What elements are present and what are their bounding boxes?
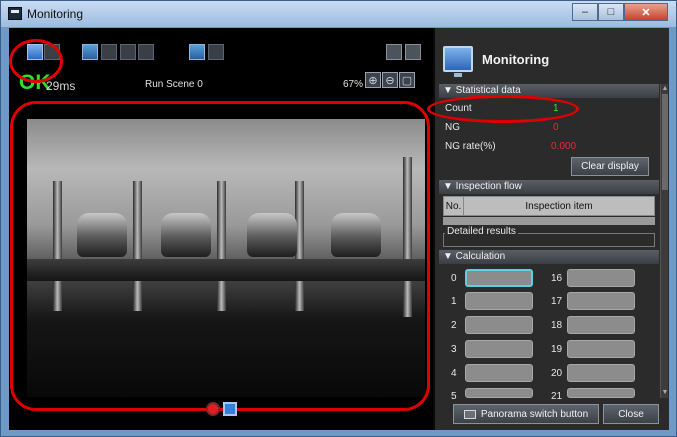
calc-field-17[interactable] [567, 292, 635, 310]
monitoring-panel: Monitoring ▼ Statistical data Count 1 NG… [427, 28, 669, 430]
calc-index: 2 [451, 320, 457, 331]
panorama-icon [463, 409, 476, 419]
inspection-table-header: No. Inspection item [443, 196, 655, 216]
scene-label: Run Scene 0 [145, 79, 203, 90]
calc-field-19[interactable] [567, 340, 635, 358]
calc-field-4[interactable] [465, 364, 533, 382]
calc-index: 0 [451, 273, 457, 284]
grid-toggle-icon[interactable] [386, 44, 402, 60]
processing-time: 29ms [46, 79, 76, 93]
highlight-ok-oval [9, 39, 63, 83]
calc-field-2[interactable] [465, 316, 533, 334]
calc-index: 3 [451, 344, 457, 355]
scroll-thumb[interactable] [662, 94, 668, 190]
title-bar: Monitoring – □ ✕ [1, 1, 676, 27]
calc-index: 19 [551, 344, 563, 355]
ng-rate-value: 0.000 [551, 141, 577, 152]
window-controls: – □ ✕ [572, 3, 668, 21]
calc-index: 21 [551, 391, 563, 402]
calc-field-21[interactable] [567, 388, 635, 398]
camera-pane: OK 29ms Run Scene 0 67% ⊕ ⊖ ▢ [9, 28, 433, 430]
layout-list-icon[interactable] [138, 44, 154, 60]
highlight-image-frame [10, 101, 430, 411]
scroll-up-icon[interactable]: ▲ [661, 84, 669, 94]
calc-index: 5 [451, 391, 457, 402]
zoom-in-icon[interactable]: ⊕ [365, 72, 381, 88]
image-save-icon[interactable] [208, 44, 224, 60]
calc-index: 1 [451, 296, 457, 307]
col-inspection-item: Inspection item [525, 200, 593, 212]
detailed-results-label: Detailed results [445, 226, 518, 237]
calc-index: 4 [451, 368, 457, 379]
stop-icon[interactable] [223, 402, 237, 416]
calc-index: 18 [551, 320, 563, 331]
panorama-switch-label: Panorama switch button [480, 408, 589, 420]
monitor-icon [443, 46, 473, 77]
layout-split-icon[interactable] [101, 44, 117, 60]
close-panel-button[interactable]: Close [603, 404, 659, 424]
ng-label: NG [445, 122, 460, 133]
highlight-count-oval [427, 95, 579, 123]
col-no: No. [444, 197, 464, 215]
layout-grid-icon[interactable] [120, 44, 136, 60]
record-icon[interactable] [206, 402, 220, 416]
calc-field-3[interactable] [465, 340, 533, 358]
app-icon [8, 7, 22, 20]
calc-field-18[interactable] [567, 316, 635, 334]
calc-index: 17 [551, 296, 563, 307]
calculation-header[interactable]: ▼ Calculation [439, 250, 659, 264]
zoom-level: 67% [343, 79, 364, 90]
close-window-button[interactable]: ✕ [624, 3, 668, 21]
measure-icon[interactable] [405, 44, 421, 60]
panorama-switch-button[interactable]: Panorama switch button [453, 404, 599, 424]
panel-scrollbar[interactable]: ▲ ▼ [660, 84, 668, 398]
ng-value: 0 [553, 122, 559, 133]
calc-index: 20 [551, 368, 563, 379]
image-info-icon[interactable] [189, 44, 205, 60]
calc-field-16[interactable] [567, 269, 635, 287]
clear-display-button[interactable]: Clear display [571, 157, 649, 176]
ng-rate-label: NG rate(%) [445, 141, 496, 152]
minimize-button[interactable]: – [572, 3, 598, 21]
calc-field-0[interactable] [465, 269, 533, 287]
fit-to-window-icon[interactable]: ▢ [399, 72, 415, 88]
window-title: Monitoring [27, 7, 84, 21]
calc-field-5[interactable] [465, 388, 533, 398]
inspection-table-scroll[interactable] [443, 217, 655, 225]
inspection-flow-header[interactable]: ▼ Inspection flow [439, 180, 659, 194]
calc-field-20[interactable] [567, 364, 635, 382]
calc-field-1[interactable] [465, 292, 533, 310]
panel-title: Monitoring [482, 52, 550, 67]
layout-single-icon[interactable] [82, 44, 98, 60]
scroll-down-icon[interactable]: ▼ [661, 388, 669, 398]
panel-header: Monitoring [435, 42, 665, 82]
client-area: OK 29ms Run Scene 0 67% ⊕ ⊖ ▢ Monitoring… [9, 28, 669, 430]
maximize-button[interactable]: □ [598, 3, 624, 21]
zoom-out-icon[interactable]: ⊖ [382, 72, 398, 88]
monitoring-window: Monitoring – □ ✕ OK 29ms Run Scene 0 67%… [0, 0, 677, 437]
calc-index: 16 [551, 273, 563, 284]
